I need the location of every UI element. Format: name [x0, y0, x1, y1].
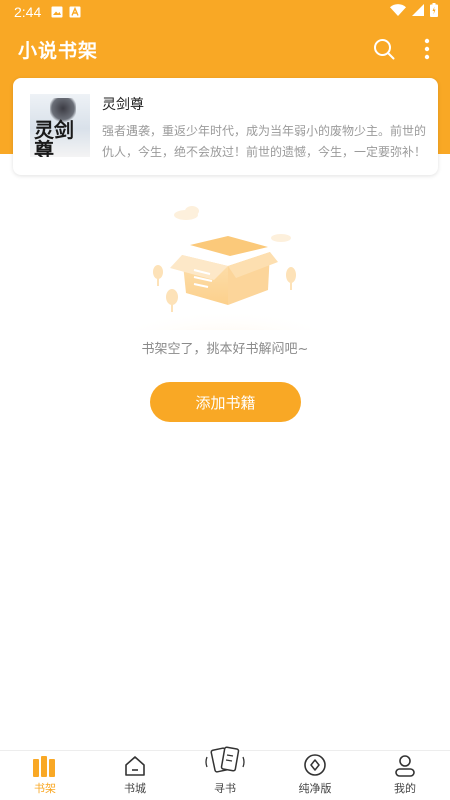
book-title: 灵剑尊: [102, 97, 144, 113]
book-cover-title: 灵剑尊: [34, 118, 74, 157]
nav-item-bookstore[interactable]: 书城: [90, 751, 180, 800]
nav-label-profile: 我的: [394, 782, 416, 795]
add-books-button[interactable]: 添加书籍: [150, 382, 301, 422]
book-card[interactable]: 灵剑尊 灵剑尊 强者遇袭，重返少年时代，成为当年弱小的废物少主。前世的仇人，今生…: [13, 78, 438, 175]
compass-icon: [303, 751, 327, 777]
book-cover-image: 灵剑尊: [30, 94, 90, 157]
nav-item-profile[interactable]: 我的: [360, 751, 450, 800]
nav-item-bookshelf[interactable]: 书架: [0, 751, 90, 800]
a-badge-icon: [69, 6, 81, 18]
home-icon: [123, 751, 147, 777]
user-icon: [393, 751, 417, 777]
nav-label-find-books: 寻书: [214, 782, 236, 795]
nav-label-bookshelf: 书架: [34, 782, 56, 795]
search-icon: [374, 39, 395, 60]
nav-item-pure-edition[interactable]: 纯净版: [270, 751, 360, 800]
empty-box-illustration: [113, 206, 337, 330]
bottom-navigation: 书架 书城 寻书 纯净版 我的: [0, 746, 450, 800]
nav-label-pure-edition: 纯净版: [298, 782, 332, 795]
book-description: 强者遇袭，重返少年时代，成为当年弱小的废物少主。前世的仇人，今生，绝不会放过！前…: [102, 124, 427, 159]
nav-label-bookstore: 书城: [124, 782, 146, 795]
cards-icon: [203, 745, 247, 779]
signal-icon: [412, 4, 424, 20]
page-title: 小说书架: [18, 40, 99, 62]
status-bar: 2:44: [0, 0, 450, 24]
wifi-icon: [390, 4, 406, 20]
nav-item-find-books[interactable]: 寻书: [180, 746, 270, 800]
status-time: 2:44: [14, 4, 42, 20]
image-icon: [51, 6, 63, 18]
more-vertical-icon: [424, 38, 430, 60]
battery-icon: [430, 3, 438, 21]
empty-shelf-message: 书架空了，挑本好书解闷吧~: [141, 342, 309, 357]
more-options-button[interactable]: [418, 36, 436, 62]
search-button[interactable]: [371, 36, 397, 62]
bookshelf-icon: [32, 751, 58, 777]
